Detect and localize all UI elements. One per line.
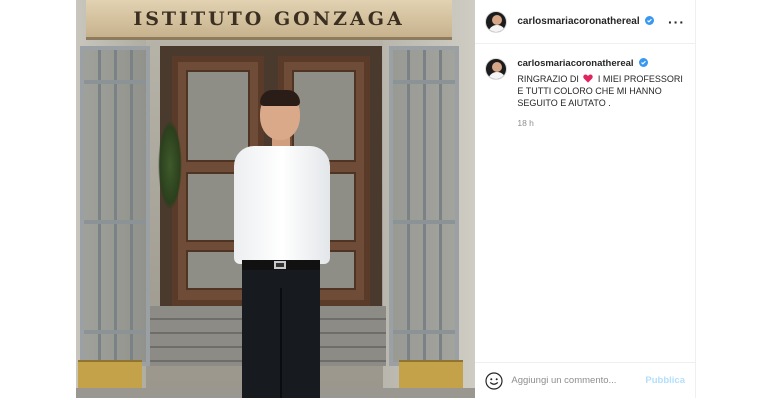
author-username[interactable]: carlosmariacoronathereal [517, 16, 655, 27]
more-options-icon[interactable]: ··· [668, 14, 685, 30]
verified-badge-icon [645, 16, 655, 25]
belt-buckle [274, 261, 286, 269]
comment-input[interactable] [511, 375, 646, 386]
caption-username[interactable]: carlosmariacoronathereal [517, 58, 685, 70]
building-sign-text: ISTITUTO GONZAGA [133, 7, 405, 30]
black-trousers [242, 268, 320, 398]
verified-badge-icon [639, 58, 649, 67]
white-shirt [234, 146, 330, 264]
post-side-panel: carlosmariacoronathereal ··· carlosmaria… [475, 0, 695, 398]
red-heart-icon [583, 74, 594, 83]
plant [158, 120, 182, 210]
comments-section: carlosmariacoronathereal RINGRAZIO DI I … [475, 44, 695, 362]
building-sign: ISTITUTO GONZAGA [86, 0, 452, 40]
post-header: carlosmariacoronathereal ··· [475, 0, 695, 44]
person [232, 90, 332, 398]
publish-button[interactable]: Pubblica [645, 375, 685, 386]
post-photo[interactable]: ISTITUTO GONZAGA [76, 0, 476, 398]
gate-right [389, 46, 460, 366]
post-timestamp[interactable]: 18 h [517, 117, 685, 129]
author-username-text[interactable]: carlosmariacoronathereal [517, 16, 639, 27]
caption: carlosmariacoronathereal RINGRAZIO DI I … [485, 58, 685, 129]
avatar[interactable] [485, 10, 508, 33]
caption-username-text[interactable]: carlosmariacoronathereal [517, 58, 633, 69]
add-comment-bar: Pubblica [475, 362, 695, 398]
gate-left [80, 46, 150, 366]
caption-text-part1: RINGRAZIO DI [517, 74, 579, 84]
caption-avatar[interactable] [485, 58, 508, 80]
smile-icon[interactable] [485, 371, 503, 390]
caption-text: RINGRAZIO DI I MIEI PROFESSORI E TUTTI C… [517, 73, 685, 109]
gold-base-left [78, 360, 142, 390]
gold-base-right [399, 360, 464, 390]
instagram-post: ISTITUTO GONZAGA carlosmariacoronatherea… [76, 0, 696, 398]
